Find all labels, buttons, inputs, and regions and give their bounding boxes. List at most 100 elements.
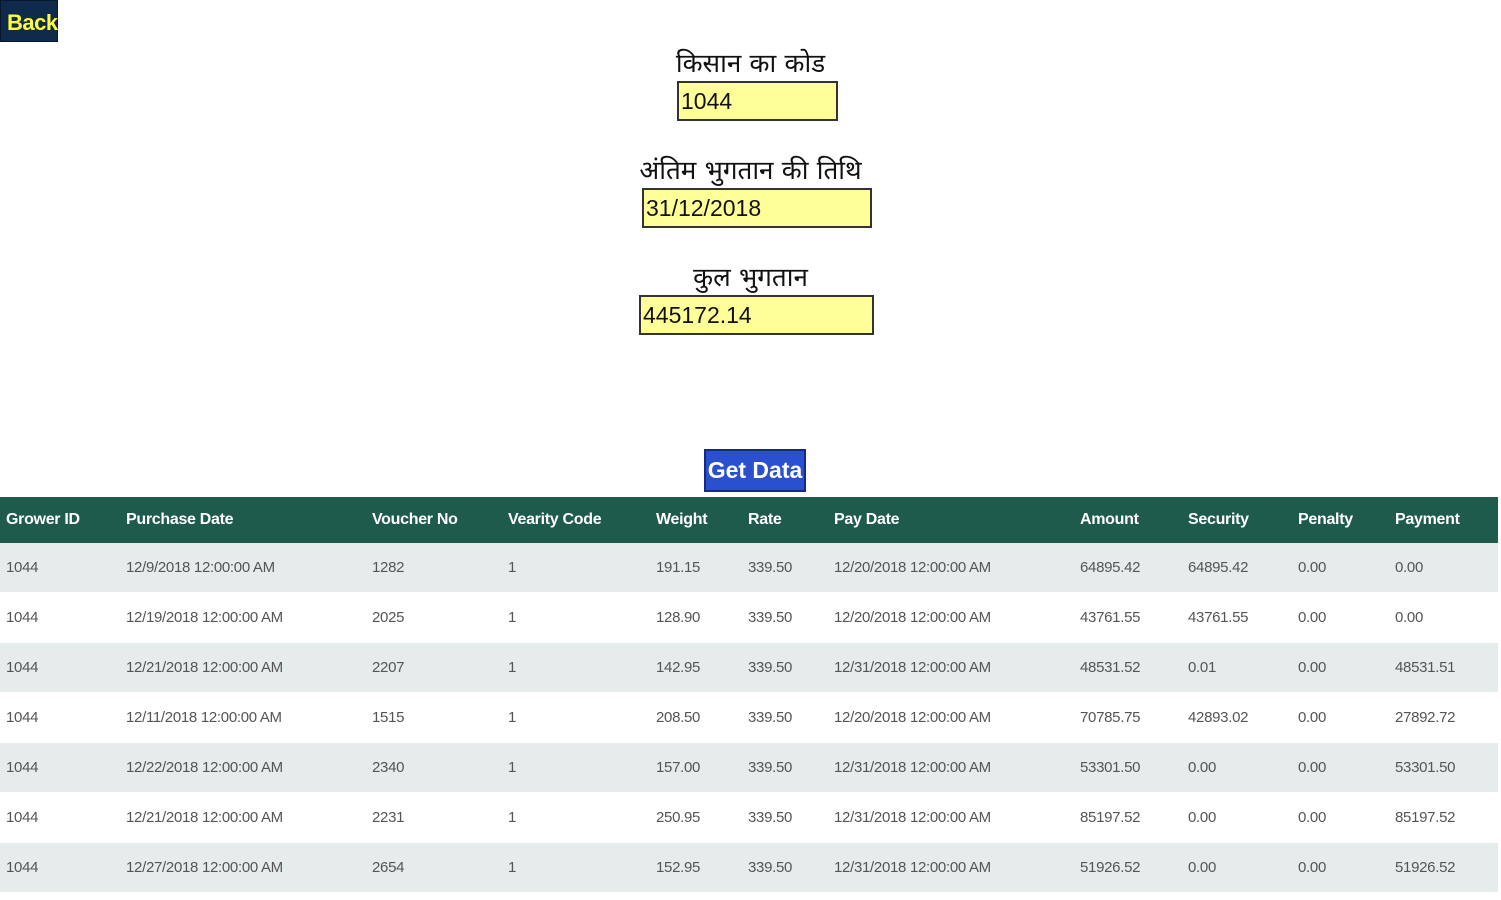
table-body: 1044 12/9/2018 12:00:00 AM 1282 1 191.15 339.…: [0, 543, 1498, 893]
cell-grower-id: 1044: [0, 742, 120, 793]
cell-penalty: 0.00: [1292, 842, 1389, 893]
cell-amount: 85197.52: [1074, 792, 1182, 843]
cell-rate: 339.50: [742, 692, 828, 743]
cell-vearity-code: 1: [502, 642, 650, 693]
last-payment-date-input[interactable]: [642, 188, 872, 228]
last-payment-date-label: अंतिम भुगतान की तिथि: [639, 156, 862, 186]
column-header-grower-id: Grower ID: [0, 497, 120, 543]
cell-grower-id: 1044: [0, 592, 120, 643]
cell-pay-date: 12/31/2018 12:00:00 AM: [828, 842, 1074, 893]
cell-penalty: 0.00: [1292, 543, 1389, 593]
cell-pay-date: 12/31/2018 12:00:00 AM: [828, 742, 1074, 793]
cell-weight: 128.90: [650, 592, 742, 643]
cell-penalty: 0.00: [1292, 742, 1389, 793]
cell-weight: 152.95: [650, 842, 742, 893]
cell-pay-date: 12/20/2018 12:00:00 AM: [828, 692, 1074, 743]
table-row: 1044 12/21/2018 12:00:00 AM 2231 1 250.95 339…: [0, 792, 1498, 843]
cell-pay-date: 12/20/2018 12:00:00 AM: [828, 592, 1074, 643]
cell-penalty: 0.00: [1292, 692, 1389, 743]
total-payment-input[interactable]: [639, 295, 874, 335]
cell-rate: 339.50: [742, 742, 828, 793]
page: Back किसान का कोड अंतिम भुगतान की तिथि क…: [0, 0, 1501, 900]
cell-security: 0.00: [1182, 742, 1292, 793]
cell-purchase-date: 12/22/2018 12:00:00 AM: [120, 742, 366, 793]
cell-purchase-date: 12/21/2018 12:00:00 AM: [120, 792, 366, 843]
cell-payment: 85197.52: [1389, 792, 1498, 843]
column-header-pay-date: Pay Date: [828, 497, 1074, 543]
column-header-voucher-no: Voucher No: [366, 497, 502, 543]
cell-grower-id: 1044: [0, 642, 120, 693]
cell-amount: 64895.42: [1074, 543, 1182, 593]
cell-weight: 208.50: [650, 692, 742, 743]
cell-grower-id: 1044: [0, 543, 120, 593]
cell-security: 64895.42: [1182, 543, 1292, 593]
cell-purchase-date: 12/27/2018 12:00:00 AM: [120, 842, 366, 893]
column-header-rate: Rate: [742, 497, 828, 543]
table-header-row: Grower ID Purchase Date Voucher No Vearity …: [0, 497, 1498, 543]
cell-vearity-code: 1: [502, 692, 650, 743]
cell-payment: 51926.52: [1389, 842, 1498, 893]
cell-rate: 339.50: [742, 642, 828, 693]
cell-voucher-no: 2340: [366, 742, 502, 793]
cell-voucher-no: 2207: [366, 642, 502, 693]
cell-weight: 250.95: [650, 792, 742, 843]
cell-payment: 0.00: [1389, 592, 1498, 643]
cell-amount: 48531.52: [1074, 642, 1182, 693]
cell-vearity-code: 1: [502, 543, 650, 593]
cell-grower-id: 1044: [0, 692, 120, 743]
cell-vearity-code: 1: [502, 592, 650, 643]
cell-penalty: 0.00: [1292, 592, 1389, 643]
cell-voucher-no: 2654: [366, 842, 502, 893]
table-row: 1044 12/9/2018 12:00:00 AM 1282 1 191.15 339.…: [0, 543, 1498, 593]
farmer-code-input[interactable]: [677, 81, 838, 121]
column-header-vearity-code: Vearity Code: [502, 497, 650, 543]
cell-security: 0.00: [1182, 792, 1292, 843]
cell-voucher-no: 1282: [366, 543, 502, 593]
cell-purchase-date: 12/19/2018 12:00:00 AM: [120, 592, 366, 643]
cell-grower-id: 1044: [0, 842, 120, 893]
get-data-button[interactable]: Get Data: [704, 449, 806, 492]
cell-payment: 53301.50: [1389, 742, 1498, 793]
cell-purchase-date: 12/21/2018 12:00:00 AM: [120, 642, 366, 693]
farmer-code-label: किसान का कोड: [675, 49, 826, 79]
cell-grower-id: 1044: [0, 792, 120, 843]
column-header-payment: Payment: [1389, 497, 1498, 543]
cell-security: 0.00: [1182, 842, 1292, 893]
cell-security: 0.01: [1182, 642, 1292, 693]
cell-penalty: 0.00: [1292, 642, 1389, 693]
column-header-security: Security: [1182, 497, 1292, 543]
cell-vearity-code: 1: [502, 842, 650, 893]
cell-amount: 51926.52: [1074, 842, 1182, 893]
column-header-weight: Weight: [650, 497, 742, 543]
cell-security: 43761.55: [1182, 592, 1292, 643]
cell-payment: 27892.72: [1389, 692, 1498, 743]
cell-purchase-date: 12/9/2018 12:00:00 AM: [120, 543, 366, 593]
cell-pay-date: 12/31/2018 12:00:00 AM: [828, 642, 1074, 693]
table-row: 1044 12/19/2018 12:00:00 AM 2025 1 128.90 339…: [0, 592, 1498, 643]
cell-weight: 157.00: [650, 742, 742, 793]
cell-rate: 339.50: [742, 543, 828, 593]
total-payment-label: कुल भुगतान: [693, 263, 808, 293]
cell-purchase-date: 12/11/2018 12:00:00 AM: [120, 692, 366, 743]
cell-vearity-code: 1: [502, 792, 650, 843]
cell-voucher-no: 2231: [366, 792, 502, 843]
cell-weight: 191.15: [650, 543, 742, 593]
cell-rate: 339.50: [742, 842, 828, 893]
cell-vearity-code: 1: [502, 742, 650, 793]
cell-penalty: 0.00: [1292, 792, 1389, 843]
cell-amount: 43761.55: [1074, 592, 1182, 643]
table-row: 1044 12/22/2018 12:00:00 AM 2340 1 157.00 339…: [0, 742, 1498, 793]
column-header-amount: Amount: [1074, 497, 1182, 543]
cell-voucher-no: 1515: [366, 692, 502, 743]
cell-amount: 70785.75: [1074, 692, 1182, 743]
cell-weight: 142.95: [650, 642, 742, 693]
back-button[interactable]: Back: [0, 0, 58, 42]
cell-pay-date: 12/31/2018 12:00:00 AM: [828, 792, 1074, 843]
cell-payment: 0.00: [1389, 543, 1498, 593]
column-header-purchase-date: Purchase Date: [120, 497, 366, 543]
cell-rate: 339.50: [742, 592, 828, 643]
cell-voucher-no: 2025: [366, 592, 502, 643]
table-row: 1044 12/27/2018 12:00:00 AM 2654 1 152.95 339…: [0, 842, 1498, 893]
cell-security: 42893.02: [1182, 692, 1292, 743]
payment-table: Grower ID Purchase Date Voucher No Vearity …: [0, 497, 1498, 893]
